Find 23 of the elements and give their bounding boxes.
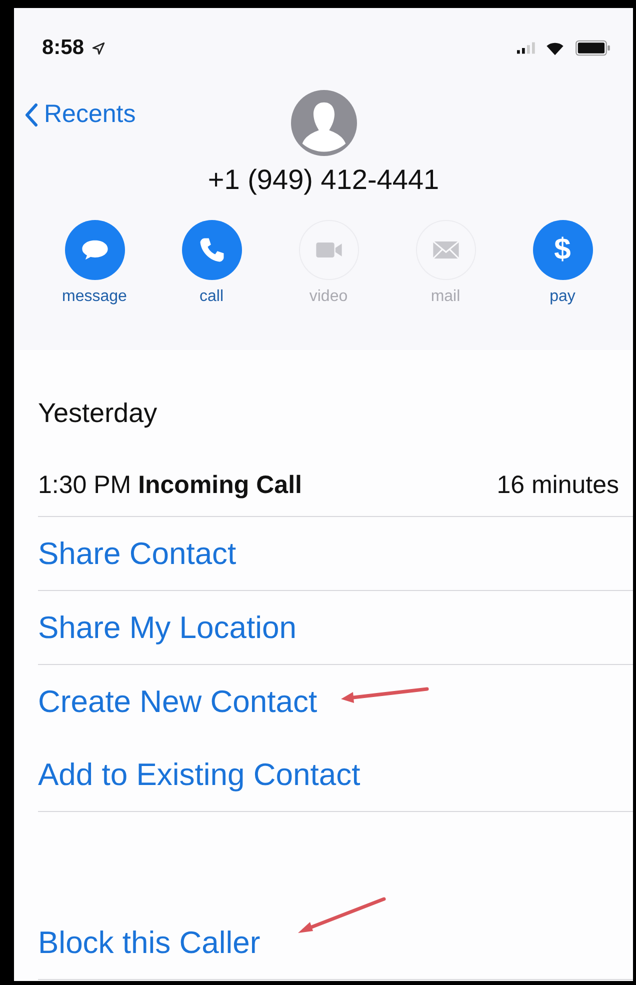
call-label: call bbox=[199, 288, 224, 306]
call-entry: 1:30 PM Incoming Call bbox=[38, 470, 302, 500]
back-chevron-icon bbox=[24, 102, 38, 128]
avatar-silhouette-icon bbox=[290, 90, 356, 156]
signal-icon bbox=[517, 42, 537, 54]
message-label: message bbox=[62, 288, 127, 306]
call-duration: 16 minutes bbox=[496, 470, 619, 500]
pay-button[interactable]: $ bbox=[532, 220, 592, 280]
location-arrow-icon bbox=[92, 42, 106, 54]
back-button[interactable]: Recents bbox=[24, 100, 136, 129]
mail-label: mail bbox=[430, 288, 460, 306]
menu-link[interactable]: Create New Contact bbox=[38, 684, 318, 720]
history-day: Yesterday bbox=[38, 350, 633, 454]
wifi-icon bbox=[545, 40, 565, 56]
video-label: video bbox=[309, 288, 348, 306]
menu-link[interactable]: Add to Existing Contact bbox=[38, 756, 360, 792]
phone-number: +1 (949) 412-4441 bbox=[206, 163, 440, 197]
battery-icon bbox=[575, 40, 611, 56]
pay-label: pay bbox=[550, 288, 576, 306]
menu-link[interactable]: Block this Caller bbox=[38, 924, 260, 960]
status-time: 8:58 bbox=[42, 36, 84, 60]
menu-link[interactable]: Share Contact bbox=[38, 536, 236, 572]
menu-link[interactable]: Share My Location bbox=[38, 610, 296, 646]
